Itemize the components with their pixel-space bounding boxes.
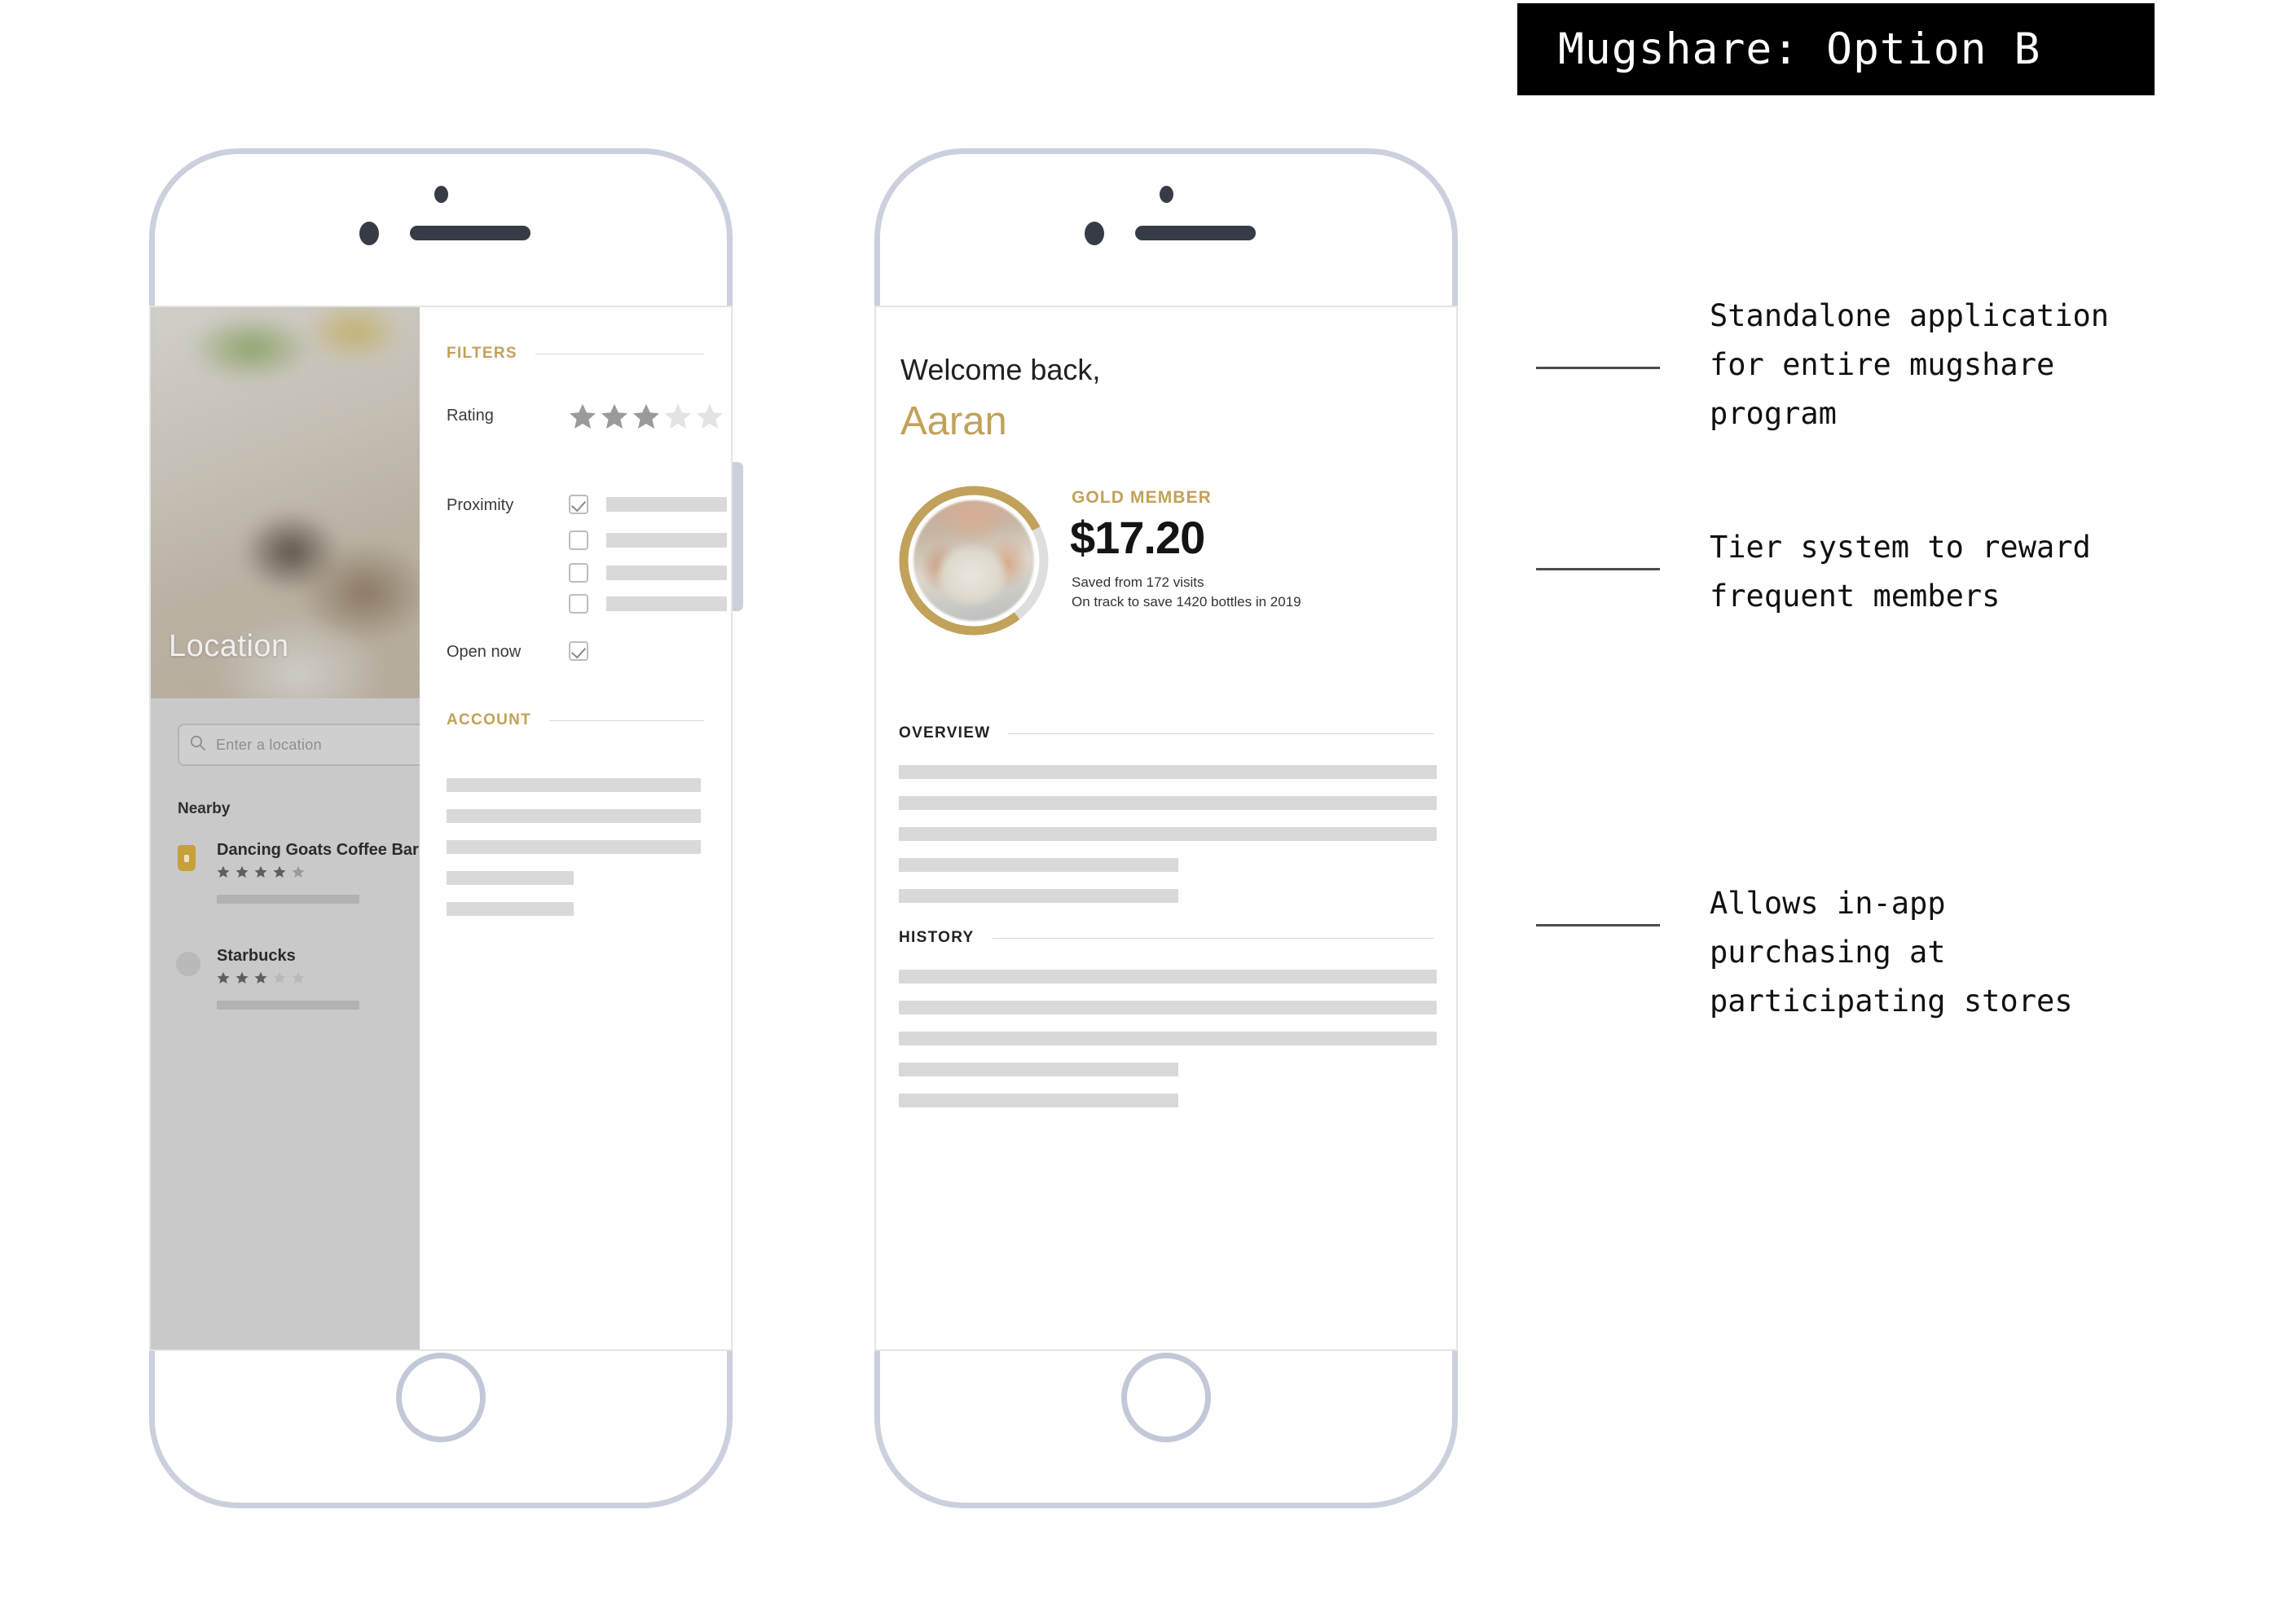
profile-screen: Welcome back, Aaran GOLD MEMBER $17.20 S… (874, 306, 1458, 1351)
account-placeholder-row (447, 871, 574, 885)
filter-open-now[interactable]: Open now (447, 641, 691, 676)
overview-placeholder-row (899, 827, 1437, 841)
location-panel: Location Enter a location Nearby Dancing… (151, 307, 420, 1349)
circle-avatar-icon (176, 952, 200, 976)
search-placeholder: Enter a location (216, 736, 322, 753)
proximity-checkbox-4[interactable] (569, 594, 588, 614)
history-placeholder-row (899, 1001, 1437, 1014)
history-heading: HISTORY (899, 929, 975, 946)
filter-rating[interactable]: Rating (447, 403, 723, 439)
proximity-sensor-icon (1160, 186, 1173, 203)
home-button[interactable] (396, 1353, 486, 1442)
annotation-text: Allows in-app purchasing at participatin… (1710, 886, 2073, 1019)
front-camera-icon (359, 222, 379, 245)
overview-section-header: OVERVIEW (899, 724, 1433, 742)
account-placeholder-row (447, 840, 701, 854)
list-item-title: Starbucks (217, 947, 296, 965)
greeting-text: Welcome back, (900, 353, 1101, 386)
annotation-leader-line (1536, 367, 1660, 369)
rating-stars-filter[interactable] (569, 403, 724, 430)
panel-dim-overlay (151, 698, 420, 1349)
overview-placeholder-row (899, 858, 1178, 872)
section-divider (1008, 733, 1433, 734)
proximity-checkbox-2[interactable] (569, 530, 588, 550)
proximity-placeholder-4 (606, 596, 727, 611)
account-placeholder-row (447, 778, 701, 792)
saved-visits-detail: Saved from 172 visits (1072, 574, 1204, 590)
list-item-title: Dancing Goats Coffee Bar (217, 841, 419, 859)
filters-panel: FILTERS Rating Proximity Open now ACCOUN… (420, 307, 731, 1349)
history-placeholder-row (899, 1063, 1178, 1076)
search-input[interactable]: Enter a location (178, 724, 420, 766)
overview-placeholder-row (899, 796, 1437, 810)
history-placeholder-row (899, 1094, 1178, 1107)
location-screen: Location Enter a location Nearby Dancing… (149, 306, 733, 1351)
account-section-header: ACCOUNT (447, 711, 704, 729)
history-placeholder-row (899, 1032, 1437, 1045)
proximity-checkbox-3[interactable] (569, 563, 588, 583)
rating-stars (217, 865, 305, 878)
account-placeholder-row (447, 809, 701, 823)
overview-heading: OVERVIEW (899, 724, 991, 742)
list-item[interactable]: Starbucks (176, 947, 406, 1020)
page-title: Mugshare: Option B (1558, 24, 2041, 74)
section-divider (549, 720, 704, 721)
membership-tier-badge: GOLD MEMBER (1072, 488, 1212, 507)
hero-title: Location (169, 629, 289, 663)
slide-canvas: Mugshare: Option B Location Enter a loca… (0, 0, 2289, 1624)
slide-title-plate: Mugshare: Option B (1517, 3, 2155, 95)
user-name: Aaran (900, 399, 1007, 443)
rating-stars (217, 971, 305, 984)
avatar-photo (913, 500, 1034, 621)
bottles-target-detail: On track to save 1420 bottles in 2019 (1072, 594, 1301, 610)
history-placeholder-row (899, 970, 1437, 984)
proximity-checkbox-1[interactable] (569, 495, 588, 514)
list-item-placeholder-bar (217, 895, 359, 904)
annotation-text: Standalone application for entire mugsha… (1710, 298, 2110, 431)
nearby-heading: Nearby (178, 800, 231, 817)
filter-label: Open now (447, 643, 522, 661)
coffee-cup-icon (178, 845, 196, 871)
history-section-header: HISTORY (899, 929, 1433, 947)
section-divider (992, 937, 1433, 939)
account-heading: ACCOUNT (447, 711, 532, 728)
proximity-sensor-icon (434, 186, 448, 203)
list-item[interactable]: Dancing Goats Coffee Bar (178, 841, 419, 914)
earpiece-speaker (410, 226, 530, 240)
overview-placeholder-row (899, 765, 1437, 779)
home-button[interactable] (1121, 1353, 1211, 1442)
filter-label: Proximity (447, 496, 514, 514)
search-icon (189, 734, 207, 756)
front-camera-icon (1085, 222, 1104, 245)
overview-placeholder-row (899, 889, 1178, 903)
filters-heading: FILTERS (447, 345, 517, 362)
proximity-placeholder-1 (606, 497, 727, 512)
annotation-leader-line (1536, 924, 1660, 926)
amount-saved: $17.20 (1070, 512, 1205, 563)
power-button[interactable] (733, 462, 743, 611)
earpiece-speaker (1135, 226, 1256, 240)
filter-label: Rating (447, 407, 494, 425)
account-placeholder-row (447, 902, 574, 916)
proximity-placeholder-3 (606, 566, 727, 580)
filters-section-header: FILTERS (447, 345, 704, 363)
list-item-placeholder-bar (217, 1001, 359, 1010)
open-now-checkbox[interactable] (569, 641, 588, 661)
proximity-placeholder-2 (606, 533, 727, 548)
annotation-text: Tier system to reward frequent members (1710, 530, 2091, 614)
annotation-leader-line (1536, 568, 1660, 570)
filter-proximity: Proximity (447, 495, 727, 643)
avatar[interactable] (896, 482, 1052, 639)
